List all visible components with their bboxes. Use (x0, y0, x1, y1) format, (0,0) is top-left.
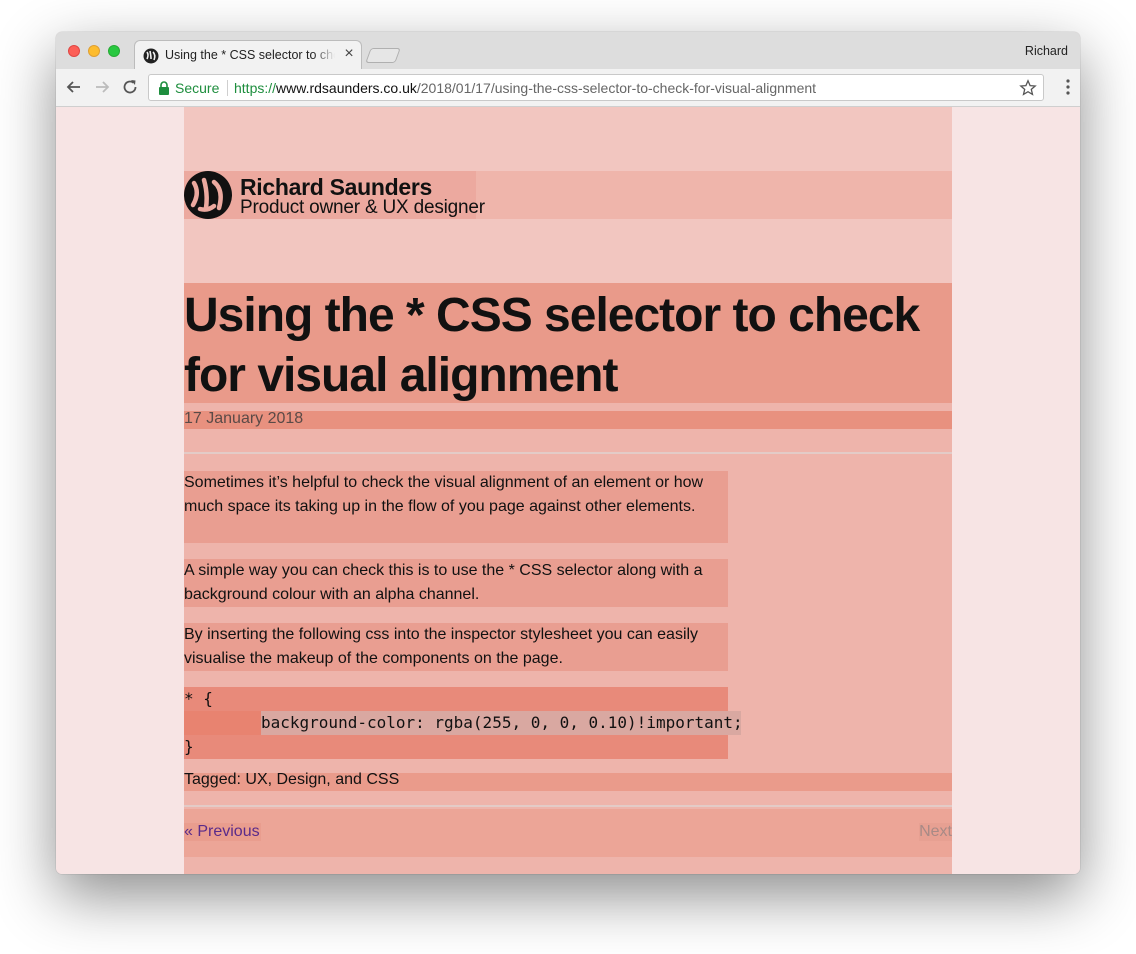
arrow-left-icon[interactable] (64, 77, 84, 97)
tab-title: Using the * CSS selector to check for vi… (165, 48, 335, 62)
post-tags: Tagged: UX, Design, and CSS (184, 771, 400, 788)
browser-toolbar: Secure https://www.rdsaunders.co.uk/2018… (56, 69, 1080, 107)
header-divider (184, 452, 952, 454)
window-maximize-button[interactable] (108, 45, 120, 57)
arrow-right-icon[interactable] (92, 77, 112, 97)
url-scheme: https:// (234, 80, 277, 96)
reload-icon[interactable] (120, 77, 140, 97)
address-bar[interactable]: Secure https://www.rdsaunders.co.uk/2018… (148, 74, 1044, 101)
next-post-link[interactable]: Next (919, 823, 952, 841)
post-title: Using the * CSS selector to check for vi… (184, 289, 920, 402)
post-date: 17 January 2018 (184, 410, 304, 427)
tab-close-icon[interactable]: × (340, 45, 358, 63)
lock-icon (159, 81, 169, 95)
site-tagline: Product owner & UX designer (240, 197, 485, 218)
url-text[interactable]: https://www.rdsaunders.co.uk/2018/01/17/… (234, 80, 816, 96)
code-line-3: } (184, 737, 194, 756)
code-line-1: * { (184, 689, 213, 708)
post-pagination (184, 809, 952, 857)
post-paragraph-2: A simple way you can check this is to us… (184, 562, 703, 603)
page-viewport: Richard Saunders Product owner & UX desi… (56, 107, 1080, 874)
code-indent (184, 711, 261, 735)
star-icon[interactable] (1019, 79, 1037, 97)
new-tab-button[interactable] (365, 48, 401, 63)
previous-post-link[interactable]: « Previous (184, 823, 261, 841)
code-line-2: background-color: rgba(255, 0, 0, 0.10)!… (261, 713, 743, 732)
site-logo-icon (143, 48, 159, 64)
window-close-button[interactable] (68, 45, 80, 57)
address-separator (227, 80, 228, 96)
post-paragraph-1: Sometimes it’s helpful to check the visu… (184, 474, 704, 515)
post-paragraph-3: By inserting the following css into the … (184, 626, 699, 667)
content-column: Richard Saunders Product owner & UX desi… (184, 107, 952, 874)
secure-label: Secure (175, 80, 220, 96)
window-minimize-button[interactable] (88, 45, 100, 57)
url-host: www.rdsaunders.co.uk (276, 80, 417, 96)
footer-divider (184, 805, 952, 807)
browser-window: Using the * CSS selector to check for vi… (56, 32, 1080, 874)
browser-tab[interactable]: Using the * CSS selector to check for vi… (134, 40, 362, 70)
profile-name[interactable]: Richard (1025, 44, 1068, 58)
site-logo-link[interactable]: Richard Saunders Product owner & UX desi… (184, 171, 485, 219)
kebab-menu-icon[interactable] (1066, 78, 1070, 96)
site-logo-icon (184, 171, 232, 219)
url-path: /2018/01/17/using-the-css-selector-to-ch… (416, 80, 817, 96)
tab-strip: Using the * CSS selector to check for vi… (56, 32, 1080, 70)
